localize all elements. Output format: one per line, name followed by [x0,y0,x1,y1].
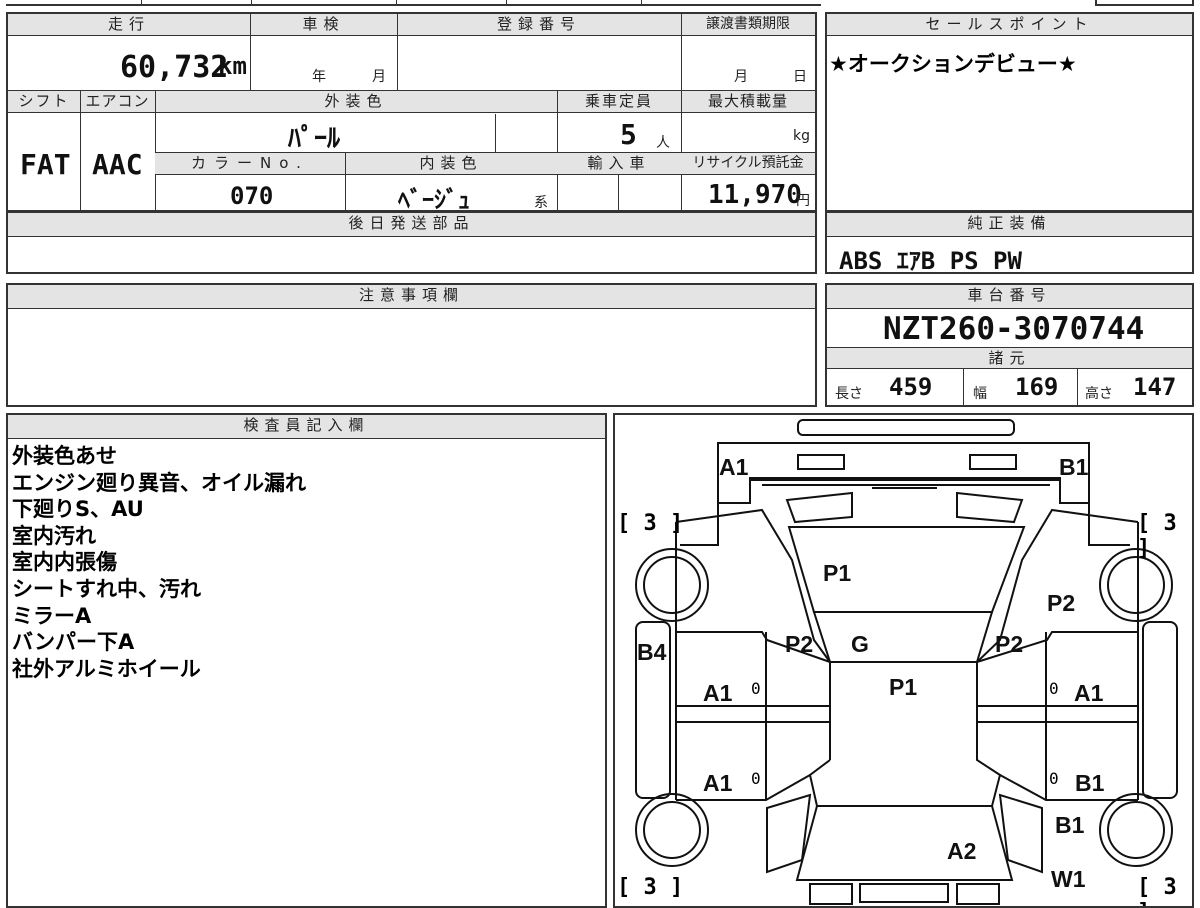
damage-mark: G [851,631,869,657]
color-no-header: カラーNo. [155,153,345,175]
damage-mark: P2 [1047,590,1076,616]
width-value: 169 [1015,373,1059,401]
zero-mark: 0 [1049,679,1059,698]
interior-color-header: 内装色 [345,153,557,175]
recycle-fee-header: リサイクル預託金 [681,153,815,175]
reg-no-header: 登録番号 [397,14,681,36]
aircon-value: AAC [92,148,143,181]
shift-value: FAT [20,148,71,181]
capacity-unit: 人 [656,135,670,151]
chassis-no-value: NZT260-3070744 [883,311,1145,347]
damage-mark: A1 [719,454,749,480]
transfer-month-unit: 月 [734,69,748,85]
tire-tread-front-left: [ 3 ] [617,511,684,536]
damage-mark: P2 [785,631,814,657]
notes-box: 注意事項欄 [6,283,817,407]
tire-tread-rear-left: [ 3 ] [617,875,684,900]
shaken-year-unit: 年 [312,69,326,85]
zero-mark: 0 [751,769,761,788]
inspector-note: 下廻りS、AU [12,497,144,522]
tire-tread-front-right: [ 3 ] [1137,511,1177,561]
interior-color-suffix: 系 [534,195,548,211]
chassis-box: 車台番号 NZT260-3070744 諸元 長さ 459 幅 169 高さ 1… [825,283,1194,407]
std-equipment-header: 純正装備 [827,213,1192,237]
damage-mark: B4 [637,639,667,665]
shaken-header: 車検 [250,14,397,36]
damage-mark: P2 [995,631,1024,657]
capacity-header: 乗車定員 [557,91,681,113]
damage-mark: A1 [703,680,733,706]
inspector-note: 室内内張傷 [12,550,117,575]
top-cutoff-right [1095,0,1194,6]
later-parts-header: 後日発送部品 [8,213,815,237]
inspector-note: 外装色あせ [12,444,117,468]
inspector-note: 室内汚れ [12,523,96,548]
inspector-header: 検査員記入欄 [8,415,605,439]
shaken-month-unit: 月 [372,69,386,85]
inspector-note: シートすれ中、汚れ [12,576,201,601]
aircon-header: エアコン [80,91,155,113]
inspector-box: 検査員記入欄 外装色あせ エンジン廻り異音、オイル漏れ 下廻りS、AU 室内汚れ… [6,413,607,908]
exterior-color-header: 外装色 [155,91,557,113]
inspector-note: バンパー下A [12,630,135,655]
sales-point-text: ★オークションデビュー★ [829,52,1077,76]
height-label: 高さ [1085,386,1113,402]
recycle-fee-unit: 円 [796,193,810,209]
damage-mark: B1 [1055,812,1085,838]
exterior-color-value: ﾊﾟｰﾙ [288,124,341,154]
length-label: 長さ [835,386,863,402]
damage-mark: B1 [1075,770,1105,796]
inspector-notes-list: 外装色あせ エンジン廻り異音、オイル漏れ 下廻りS、AU 室内汚れ 室内内張傷 … [12,443,306,682]
inspector-note: エンジン廻り異音、オイル漏れ [12,470,306,495]
recycle-fee-value: 11,970 [708,180,802,210]
mileage-value: 60,732 [120,50,229,85]
inspector-note: 社外アルミホイール [12,656,201,681]
damage-mark: A2 [947,838,977,864]
damage-mark: P1 [823,560,852,586]
chassis-no-header: 車台番号 [827,285,1192,309]
damage-mark: A1 [1074,680,1104,706]
sales-point-header: セールスポイント [827,14,1192,36]
std-equipment-box: 純正装備 ABS ｴｱB PS PW [825,211,1194,275]
shift-header: シフト [8,91,80,113]
color-no-value: 070 [230,182,274,210]
length-value: 459 [889,373,933,401]
damage-mark: W1 [1051,866,1086,892]
car-outline [635,419,1178,905]
damage-mark: B1 [1059,454,1089,480]
zero-mark: 0 [1049,769,1059,788]
vehicle-spec-table: 走行 車検 登録番号 譲渡書類期限 60,732 km 年 月 月 日 シフト … [6,12,817,214]
import-header: 輸入車 [557,153,681,175]
zero-mark: 0 [751,679,761,698]
max-load-unit: kg [793,128,810,144]
sales-point-box: セールスポイント ★オークションデビュー★ [825,12,1194,212]
interior-color-value: ﾍﾞｰｼﾞｭ [398,186,470,214]
transfer-deadline-header: 譲渡書類期限 [681,14,815,36]
mileage-unit: km [218,52,247,80]
max-load-header: 最大積載量 [681,91,815,113]
capacity-value: 5 [620,118,637,151]
std-equipment-value: ABS ｴｱB PS PW [839,247,1022,275]
later-parts-box: 後日発送部品 [6,211,817,274]
tire-tread-rear-right: [ 3 ] [1137,875,1177,906]
transfer-day-unit: 日 [793,69,807,85]
mileage-header: 走行 [8,14,250,36]
top-cutoff-row [6,0,821,6]
notes-header: 注意事項欄 [8,285,815,309]
damage-mark: A1 [703,770,733,796]
damage-mark: P1 [889,674,918,700]
width-label: 幅 [973,386,987,402]
height-value: 147 [1133,373,1177,401]
inspector-note: ミラーA [12,603,92,628]
car-damage-diagram: [ 3 ] [ 3 ] [ 3 ] [ 3 ] A1 B1 P1 P2 P2 G… [613,413,1194,908]
specs-header: 諸元 [827,347,1192,369]
